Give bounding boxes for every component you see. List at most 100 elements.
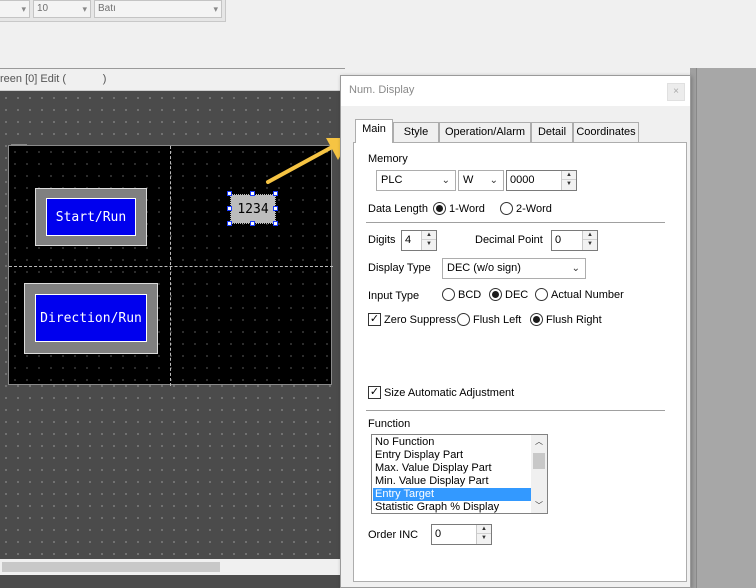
- list-item[interactable]: No Function: [373, 436, 531, 449]
- input-type-bcd-radio[interactable]: [442, 288, 455, 301]
- digits-input[interactable]: 4 ▲ ▼: [401, 230, 437, 251]
- input-type-dec-label: DEC: [505, 289, 529, 301]
- chevron-down-icon: ⌄: [571, 263, 580, 274]
- spin-up-icon[interactable]: ▲: [583, 231, 597, 240]
- flush-left-label: Flush Left: [473, 314, 522, 326]
- resize-handle-n[interactable]: [250, 191, 255, 196]
- list-item[interactable]: Min. Value Display Part: [373, 475, 531, 488]
- spin-down-icon[interactable]: ▼: [562, 180, 576, 189]
- editor-titlebar: reen [0] Edit ( ): [0, 69, 345, 91]
- display-type-label: Display Type: [368, 262, 431, 274]
- num-display-dialog: Num. Display × Main Style Operation/Alar…: [340, 75, 691, 588]
- input-type-label: Input Type: [368, 290, 420, 302]
- chevron-down-icon: ⌄: [441, 175, 450, 186]
- chevron-down-icon: ⌄: [489, 175, 498, 186]
- data-length-2word-radio[interactable]: [500, 202, 513, 215]
- editor-horizontal-scrollbar[interactable]: [0, 559, 345, 575]
- address-spinner[interactable]: ▲ ▼: [561, 171, 576, 190]
- scroll-up-icon[interactable]: ︿: [531, 435, 547, 449]
- input-type-actual-number-label: Actual Number: [551, 289, 624, 301]
- flush-left-radio[interactable]: [457, 313, 470, 326]
- size-auto-label: Size Automatic Adjustment: [384, 387, 515, 399]
- top-toolbar: ▾ 10 ▾ Batı ▾: [0, 0, 756, 68]
- resize-handle-nw[interactable]: [227, 191, 232, 196]
- dialog-titlebar[interactable]: Num. Display ×: [341, 76, 690, 106]
- order-inc-spinner[interactable]: ▲ ▼: [476, 525, 491, 544]
- resize-handle-ne[interactable]: [273, 191, 278, 196]
- order-inc-label: Order INC: [368, 529, 419, 541]
- charset-combo[interactable]: Batı ▾: [94, 0, 222, 18]
- chevron-down-icon: ▾: [82, 4, 87, 14]
- digits-value: 4: [405, 234, 412, 246]
- input-type-bcd-label: BCD: [458, 289, 482, 301]
- editor-scroll-thumb[interactable]: [2, 562, 220, 572]
- charset-value: Batı: [98, 3, 116, 14]
- zero-suppress-checkbox[interactable]: ✓: [368, 313, 381, 326]
- function-label: Function: [368, 418, 411, 430]
- order-inc-input[interactable]: 0 ▲ ▼: [431, 524, 492, 545]
- resize-handle-sw[interactable]: [227, 221, 232, 226]
- resize-handle-w[interactable]: [227, 206, 232, 211]
- memory-type-select[interactable]: W ⌄: [458, 170, 504, 191]
- scroll-down-icon[interactable]: ﹀: [531, 499, 547, 513]
- decimal-point-label: Decimal Point: [475, 234, 543, 246]
- memory-label: Memory: [368, 153, 408, 165]
- check-icon: ✓: [369, 386, 380, 398]
- spin-down-icon[interactable]: ▼: [477, 534, 491, 543]
- flush-right-radio[interactable]: [530, 313, 543, 326]
- digits-spinner[interactable]: ▲ ▼: [421, 231, 436, 250]
- memory-device-select[interactable]: PLC ⌄: [376, 170, 456, 191]
- start-run-button-part[interactable]: Start/Run: [35, 188, 147, 246]
- list-item[interactable]: Statistic Graph % Display: [373, 501, 531, 513]
- resize-handle-s[interactable]: [250, 221, 255, 226]
- memory-device-value: PLC: [381, 174, 403, 186]
- tab-operation-alarm[interactable]: Operation/Alarm: [439, 122, 531, 142]
- editor-title: reen [0] Edit ( ): [0, 73, 107, 85]
- tab-coordinates[interactable]: Coordinates: [573, 122, 639, 142]
- separator: [366, 410, 665, 411]
- flush-right-label: Flush Right: [546, 314, 602, 326]
- font-toolbar-panel: ▾ 10 ▾ Batı ▾: [0, 0, 226, 22]
- separator: [366, 222, 665, 223]
- data-length-1word-radio[interactable]: [433, 202, 446, 215]
- spin-up-icon[interactable]: ▲: [422, 231, 436, 240]
- workspace-side-strip: [696, 68, 756, 588]
- function-listbox[interactable]: No Function Entry Display Part Max. Valu…: [371, 434, 548, 514]
- zero-suppress-label: Zero Suppress: [384, 314, 457, 326]
- tab-main[interactable]: Main: [355, 119, 393, 143]
- display-type-select[interactable]: DEC (w/o sign) ⌄: [442, 258, 586, 279]
- size-auto-checkbox[interactable]: ✓: [368, 386, 381, 399]
- close-button[interactable]: ×: [667, 83, 685, 101]
- spin-up-icon[interactable]: ▲: [477, 525, 491, 534]
- chevron-down-icon: ▾: [213, 4, 218, 14]
- font-size-combo[interactable]: 10 ▾: [33, 0, 91, 18]
- input-type-actual-number-radio[interactable]: [535, 288, 548, 301]
- decimal-point-spinner[interactable]: ▲ ▼: [582, 231, 597, 250]
- spin-up-icon[interactable]: ▲: [562, 171, 576, 180]
- resize-handle-e[interactable]: [273, 206, 278, 211]
- tab-style[interactable]: Style: [393, 122, 439, 142]
- decimal-point-input[interactable]: 0 ▲ ▼: [551, 230, 598, 251]
- close-icon: ×: [673, 86, 679, 97]
- spin-down-icon[interactable]: ▼: [583, 240, 597, 249]
- memory-type-value: W: [463, 174, 474, 186]
- list-item-selected[interactable]: Entry Target: [373, 488, 531, 501]
- direction-run-button-part[interactable]: Direction/Run: [24, 283, 158, 354]
- tab-detail[interactable]: Detail: [531, 122, 573, 142]
- listbox-scroll-thumb[interactable]: [533, 453, 545, 469]
- data-length-2word-label: 2-Word: [516, 203, 552, 215]
- decimal-point-value: 0: [555, 234, 562, 246]
- input-type-dec-radio[interactable]: [489, 288, 502, 301]
- toolbar-combo-a[interactable]: ▾: [0, 0, 30, 18]
- list-item[interactable]: Entry Display Part: [373, 449, 531, 462]
- horizontal-guide-line: [9, 266, 333, 267]
- list-item[interactable]: Max. Value Display Part: [373, 462, 531, 475]
- check-icon: ✓: [369, 313, 380, 325]
- memory-address-input[interactable]: 0000 ▲ ▼: [506, 170, 577, 191]
- resize-handle-se[interactable]: [273, 221, 278, 226]
- listbox-scrollbar[interactable]: ︿ ﹀: [531, 435, 547, 513]
- spin-down-icon[interactable]: ▼: [422, 240, 436, 249]
- display-type-value: DEC (w/o sign): [447, 262, 521, 274]
- num-display-part[interactable]: 1234: [230, 194, 276, 224]
- digits-label: Digits: [368, 234, 396, 246]
